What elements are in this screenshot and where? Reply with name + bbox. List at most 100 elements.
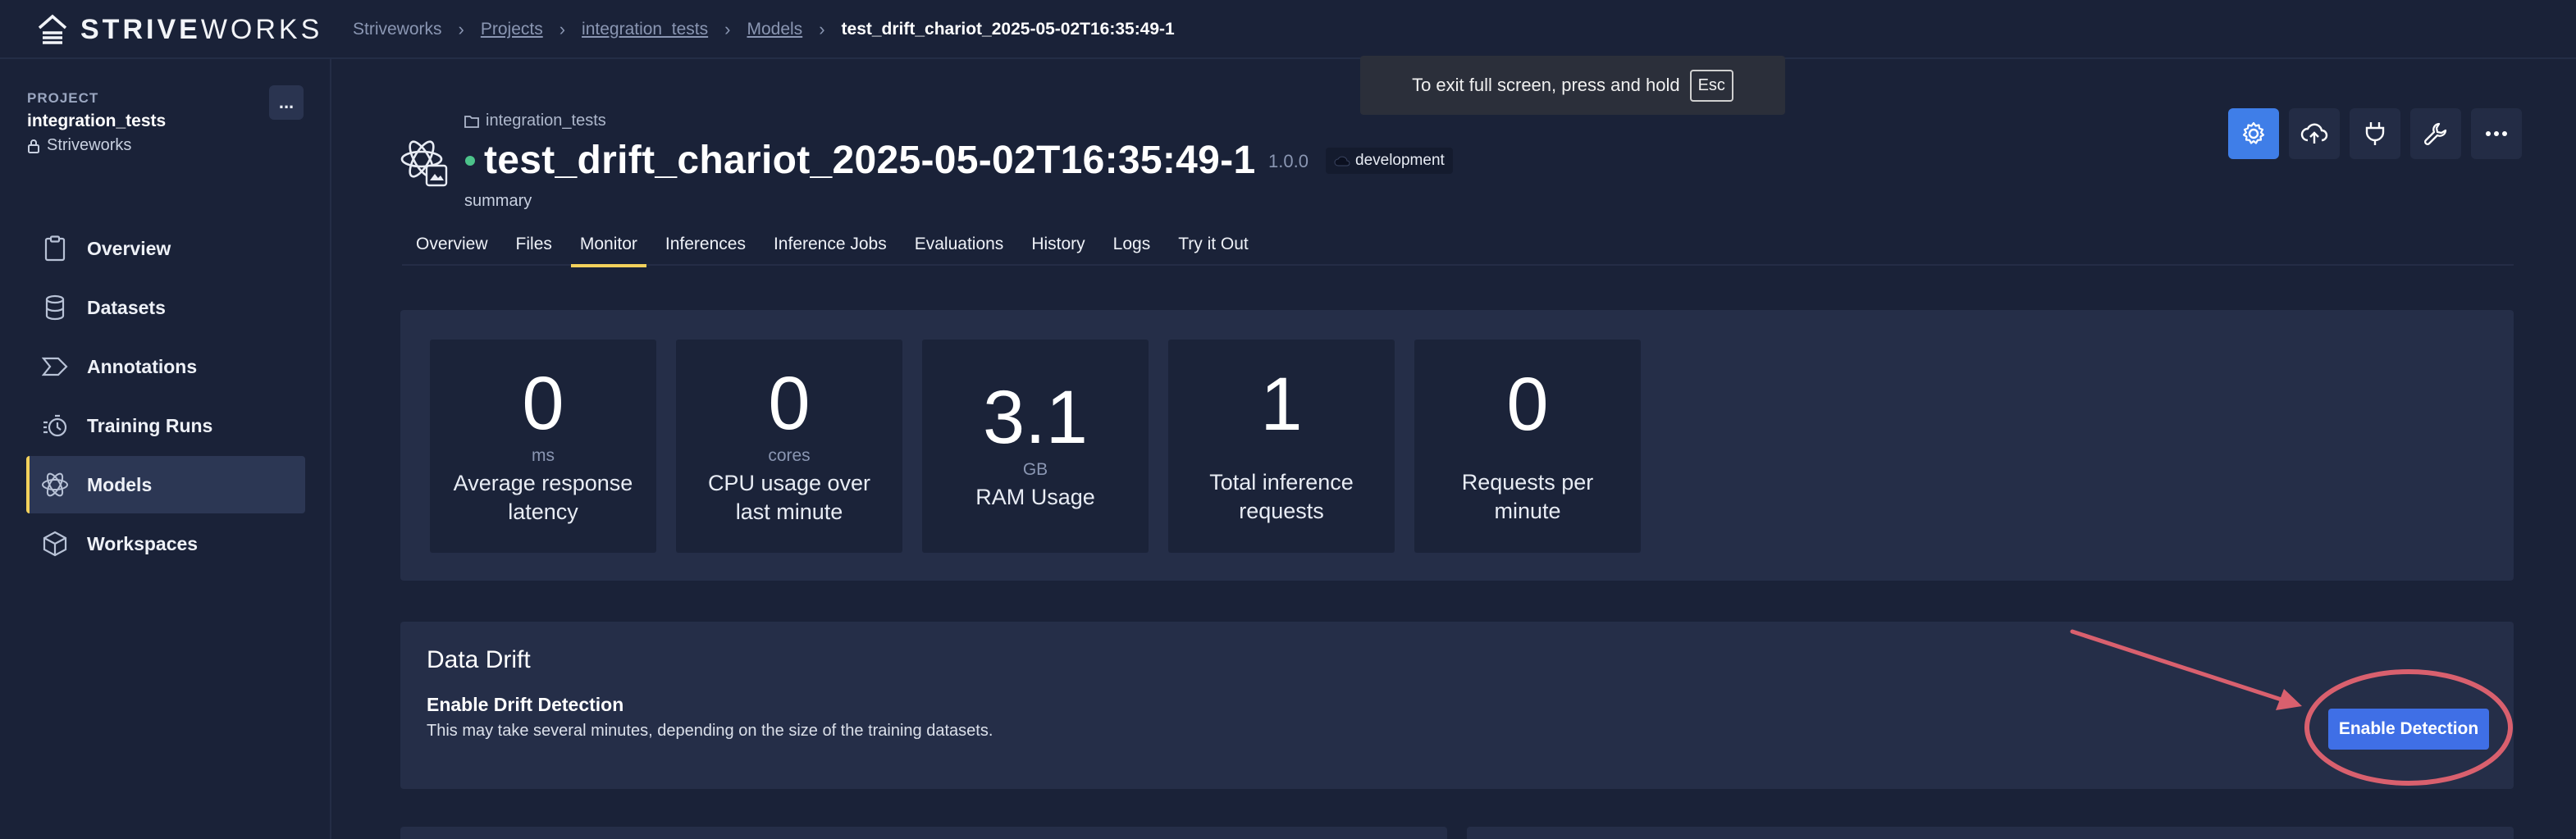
project-org-name: Striveworks bbox=[47, 136, 132, 154]
cube-icon bbox=[41, 530, 69, 558]
sidebar-item-overview[interactable]: Overview bbox=[26, 220, 305, 277]
clipboard-icon bbox=[41, 235, 69, 262]
metric-value: 0 bbox=[1506, 362, 1549, 446]
metric-unit: ms bbox=[532, 445, 555, 465]
project-menu-button[interactable]: ... bbox=[269, 85, 304, 120]
tab-overview[interactable]: Overview bbox=[402, 223, 502, 266]
status-indicator bbox=[465, 156, 475, 166]
breadcrumb-striveworks[interactable]: Striveworks bbox=[353, 20, 442, 39]
more-horizontal-icon bbox=[2486, 131, 2507, 136]
metrics-panel: 0 ms Average response latency 0 cores CP… bbox=[400, 310, 2514, 581]
tab-files[interactable]: Files bbox=[502, 223, 566, 266]
metric-card: 3.1 GB RAM Usage bbox=[922, 340, 1149, 553]
breadcrumb-models[interactable]: Models bbox=[747, 20, 802, 39]
database-icon bbox=[41, 294, 69, 321]
enable-detection-button[interactable]: Enable Detection bbox=[2328, 709, 2489, 750]
atom-icon bbox=[41, 471, 69, 499]
breadcrumb-project[interactable]: integration_tests bbox=[582, 20, 708, 39]
metric-unit: cores bbox=[768, 445, 811, 465]
metric-unit: GB bbox=[1022, 460, 1048, 480]
striveworks-logo[interactable]: STRIVEWORKS bbox=[36, 13, 322, 46]
metric-card: 0 Requests per minute bbox=[1414, 340, 1641, 553]
chevron-right-icon: › bbox=[724, 19, 731, 39]
metric-value: 3.1 bbox=[983, 376, 1088, 460]
sidebar-item-label: Datasets bbox=[87, 296, 166, 318]
drift-detection-heading: Enable Drift Detection bbox=[427, 694, 624, 715]
deploy-button[interactable] bbox=[2289, 108, 2340, 159]
sidebar-item-label: Workspaces bbox=[87, 532, 199, 554]
sidebar-item-label: Models bbox=[87, 473, 153, 495]
model-folder[interactable]: integration_tests bbox=[464, 112, 606, 130]
cloud-upload-icon bbox=[2300, 123, 2328, 144]
sidebar-item-annotations[interactable]: Annotations bbox=[26, 338, 305, 395]
metric-label: CPU usage over last minute bbox=[707, 470, 871, 524]
logo-text: STRIVEWORKS bbox=[80, 13, 323, 45]
model-version: 1.0.0 bbox=[1268, 151, 1309, 171]
sidebar: PROJECT integration_tests Striveworks ..… bbox=[0, 59, 331, 839]
sidebar-item-label: Annotations bbox=[87, 355, 198, 377]
chevron-right-icon: › bbox=[559, 19, 566, 39]
plug-icon bbox=[2365, 122, 2385, 145]
fullscreen-notice-text: To exit full screen, press and hold bbox=[1412, 75, 1680, 95]
bottom-panel-right bbox=[1467, 827, 2514, 839]
tab-monitor[interactable]: Monitor bbox=[566, 223, 651, 267]
sidebar-nav: Overview Datasets Annotations Training R… bbox=[26, 220, 305, 574]
timer-icon bbox=[41, 412, 69, 440]
sidebar-item-workspaces[interactable]: Workspaces bbox=[26, 515, 305, 572]
esc-key: Esc bbox=[1689, 69, 1733, 102]
environment-badge: development bbox=[1326, 148, 1453, 174]
lock-icon bbox=[28, 139, 39, 153]
top-bar: STRIVEWORKS Striveworks › Projects › int… bbox=[0, 0, 2576, 59]
connect-button[interactable] bbox=[2350, 108, 2400, 159]
model-actions bbox=[2228, 108, 2522, 159]
metric-label: Average response latency bbox=[453, 470, 633, 524]
project-label: PROJECT bbox=[27, 90, 99, 106]
wrench-icon bbox=[2424, 122, 2447, 145]
data-drift-panel: Data Drift Enable Drift Detection This m… bbox=[400, 622, 2514, 789]
project-org: Striveworks bbox=[27, 136, 131, 155]
metric-card: 0 ms Average response latency bbox=[430, 340, 656, 553]
metric-value: 0 bbox=[768, 361, 811, 445]
metric-card: 1 Total inference requests bbox=[1168, 340, 1395, 553]
tab-try-it-out[interactable]: Try it Out bbox=[1164, 223, 1263, 266]
metric-label: Requests per minute bbox=[1461, 469, 1594, 523]
settings-button[interactable] bbox=[2228, 108, 2279, 159]
metric-value: 1 bbox=[1260, 362, 1303, 446]
more-options-button[interactable] bbox=[2471, 108, 2522, 159]
tab-inference-jobs[interactable]: Inference Jobs bbox=[760, 223, 901, 266]
page-title: test_drift_chariot_2025-05-02T16:35:49-1 bbox=[484, 139, 1256, 182]
tab-evaluations[interactable]: Evaluations bbox=[901, 223, 1018, 266]
annotation-icon bbox=[41, 353, 69, 381]
data-drift-title: Data Drift bbox=[427, 646, 531, 673]
chevron-right-icon: › bbox=[458, 19, 464, 39]
tab-history[interactable]: History bbox=[1017, 223, 1098, 266]
project-name[interactable]: integration_tests bbox=[27, 112, 166, 131]
bottom-panel-left bbox=[400, 827, 1447, 839]
drift-detection-description: This may take several minutes, depending… bbox=[427, 722, 993, 740]
metric-value: 0 bbox=[522, 361, 564, 445]
chevron-right-icon: › bbox=[819, 19, 825, 39]
tab-logs[interactable]: Logs bbox=[1099, 223, 1165, 266]
model-summary: summary bbox=[464, 192, 532, 210]
sidebar-item-label: Overview bbox=[87, 237, 171, 259]
sidebar-item-training-runs[interactable]: Training Runs bbox=[26, 397, 305, 454]
tools-button[interactable] bbox=[2410, 108, 2461, 159]
breadcrumb: Striveworks › Projects › integration_tes… bbox=[353, 16, 1175, 43]
folder-icon bbox=[464, 115, 479, 128]
model-atom-icon bbox=[400, 140, 448, 187]
sidebar-item-models[interactable]: Models bbox=[26, 456, 305, 513]
fullscreen-notice: To exit full screen, press and hold Esc bbox=[1360, 56, 1785, 115]
model-tabs: Overview Files Monitor Inferences Infere… bbox=[402, 223, 2514, 267]
environment-label: development bbox=[1355, 152, 1445, 169]
tab-inferences[interactable]: Inferences bbox=[651, 223, 760, 266]
model-folder-name: integration_tests bbox=[486, 112, 606, 130]
metric-label: RAM Usage bbox=[975, 485, 1095, 510]
breadcrumb-current-model: test_drift_chariot_2025-05-02T16:35:49-1 bbox=[841, 20, 1175, 39]
cloud-icon bbox=[1334, 156, 1350, 166]
breadcrumb-projects[interactable]: Projects bbox=[481, 20, 543, 39]
sidebar-item-datasets[interactable]: Datasets bbox=[26, 279, 305, 336]
sidebar-item-label: Training Runs bbox=[87, 414, 213, 436]
metric-label: Total inference requests bbox=[1209, 469, 1354, 523]
gear-icon bbox=[2242, 121, 2265, 144]
logo-icon bbox=[38, 14, 67, 44]
